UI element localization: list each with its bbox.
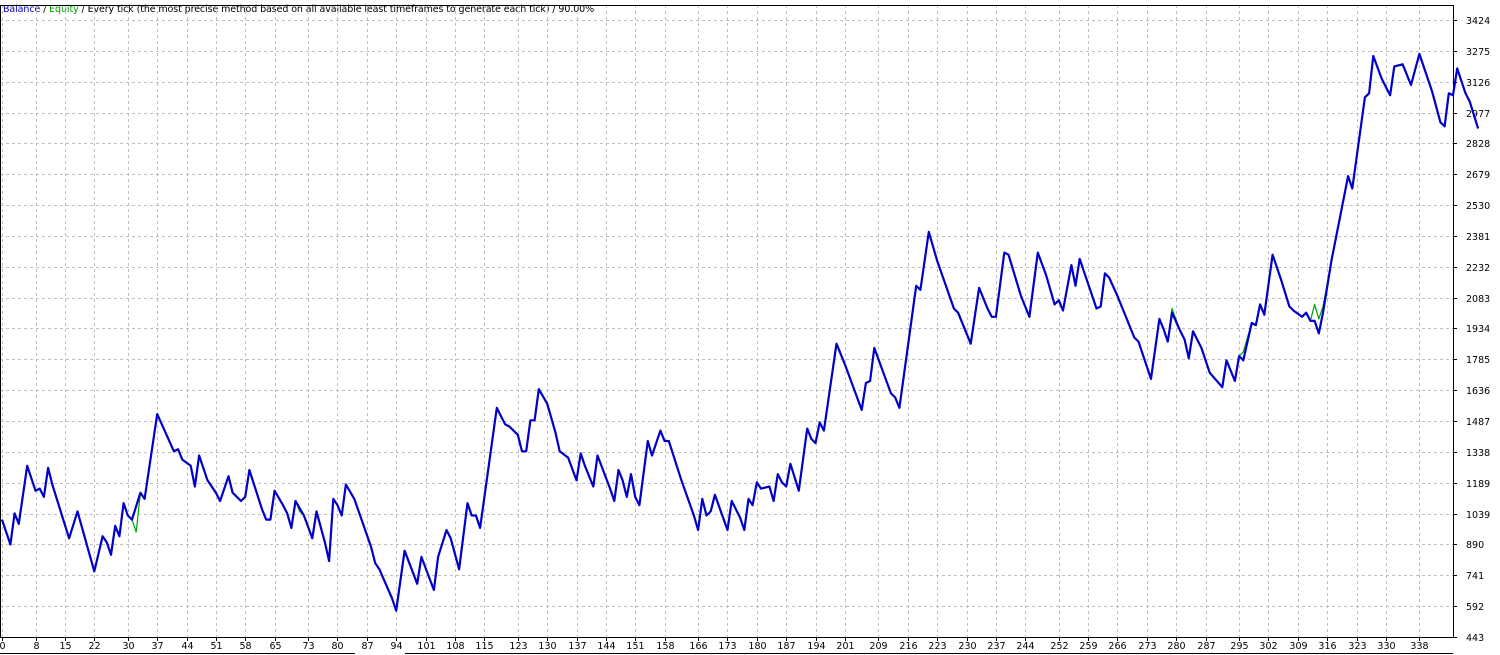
- y-tick-label: 443: [1466, 633, 1484, 644]
- x-tick-label: 137: [568, 641, 586, 652]
- x-tick-label: 166: [689, 641, 707, 652]
- x-tick-label: 338: [1410, 641, 1428, 652]
- x-tick-label: 180: [748, 641, 766, 652]
- x-tick-label: 209: [869, 641, 887, 652]
- x-tick-label: 144: [597, 641, 615, 652]
- x-tick-label: 259: [1079, 641, 1097, 652]
- x-tick-label: 58: [239, 641, 251, 652]
- x-tick-label: 151: [626, 641, 644, 652]
- balance-equity-chart: 443 592 741 890 1039 1189 1338 1487 1636 1785 1934…: [0, 5, 1490, 654]
- y-tick-label: 1039: [1466, 510, 1490, 521]
- y-tick-label: 3424: [1466, 16, 1490, 27]
- x-tick-label: 22: [88, 641, 100, 652]
- y-tick-label: 2381: [1466, 232, 1490, 243]
- x-tick-label: 73: [302, 641, 314, 652]
- x-tick-label: 51: [210, 641, 222, 652]
- y-tick-label: 592: [1466, 602, 1484, 613]
- x-tick-label: 30: [122, 641, 134, 652]
- x-tick-label: 295: [1230, 641, 1248, 652]
- x-tick-label: 80: [331, 641, 343, 652]
- x-tick-label: 108: [446, 641, 464, 652]
- y-tick-label: 2977: [1466, 109, 1490, 120]
- x-tick-label: 287: [1197, 641, 1215, 652]
- plot-frame: [0, 5, 1454, 638]
- x-tick-label: 94: [390, 641, 402, 652]
- y-tick-label: 2083: [1466, 294, 1490, 305]
- x-tick-label: 323: [1348, 641, 1366, 652]
- y-tick-label: 2232: [1466, 263, 1490, 274]
- x-tick-label: 37: [151, 641, 163, 652]
- x-tick-label: 101: [417, 641, 435, 652]
- y-tick-label: 1487: [1466, 417, 1490, 428]
- x-tick-label: 330: [1377, 641, 1395, 652]
- x-tick-label: 302: [1259, 641, 1277, 652]
- x-tick-label: 316: [1318, 641, 1336, 652]
- series-line-equity: [1, 53, 1479, 612]
- y-tick-label: 741: [1466, 571, 1484, 582]
- y-tick-label: 1785: [1466, 355, 1490, 366]
- x-tick-label: 309: [1289, 641, 1307, 652]
- x-tick-label: 44: [181, 641, 193, 652]
- x-tick-label: 252: [1050, 641, 1068, 652]
- y-tick-label: 2679: [1466, 170, 1490, 181]
- series-line-balance: [0, 52, 1480, 612]
- y-tick-label: 890: [1466, 540, 1484, 551]
- x-tick-label: 280: [1167, 641, 1185, 652]
- y-tick-label: 1934: [1466, 324, 1490, 335]
- grid-lines: [0, 5, 1453, 637]
- y-tick-label: 1636: [1466, 386, 1490, 397]
- x-tick-label: 158: [656, 641, 674, 652]
- y-tick-label: 3126: [1466, 78, 1490, 89]
- x-tick-label: 194: [807, 641, 825, 652]
- x-tick-label: 223: [928, 641, 946, 652]
- x-tick-label: 87: [361, 641, 373, 652]
- x-tick-label: 187: [777, 641, 795, 652]
- y-tick-label: 2530: [1466, 201, 1490, 212]
- x-tick-label: 216: [899, 641, 917, 652]
- x-tick-label: 266: [1108, 641, 1126, 652]
- x-tick-label: 15: [59, 641, 71, 652]
- x-tick-label: 8: [33, 641, 39, 652]
- x-axis: 0 8 15 22 30 37 44 51 58 65 73 80 87 94 101 108 115 123 13…: [0, 637, 1429, 652]
- x-tick-label: 201: [836, 641, 854, 652]
- y-tick-label: 1338: [1466, 448, 1490, 459]
- x-tick-label: 0: [0, 641, 6, 652]
- x-tick-label: 115: [475, 641, 493, 652]
- x-tick-label: 130: [538, 641, 556, 652]
- y-tick-label: 1189: [1466, 479, 1490, 490]
- x-tick-label: 173: [718, 641, 736, 652]
- x-tick-label: 237: [987, 641, 1005, 652]
- x-tick-label: 123: [509, 641, 527, 652]
- x-tick-label: 230: [958, 641, 976, 652]
- x-tick-label: 244: [1016, 641, 1034, 652]
- x-tick-label: 273: [1138, 641, 1156, 652]
- x-tick-label: 65: [269, 641, 281, 652]
- y-tick-label: 3275: [1466, 47, 1490, 58]
- y-tick-label: 2828: [1466, 139, 1490, 150]
